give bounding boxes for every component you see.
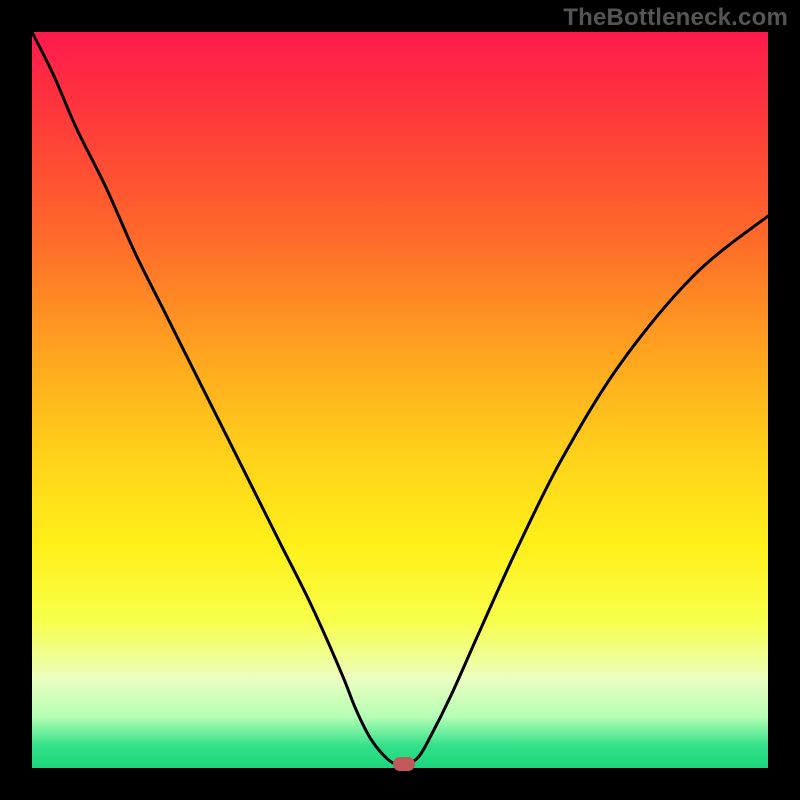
bottleneck-curve xyxy=(32,32,768,768)
chart-frame: TheBottleneck.com xyxy=(0,0,800,800)
watermark-text: TheBottleneck.com xyxy=(563,4,788,32)
optimum-marker xyxy=(393,757,415,771)
chart-plot-area xyxy=(32,32,768,768)
curve-path xyxy=(32,32,768,765)
